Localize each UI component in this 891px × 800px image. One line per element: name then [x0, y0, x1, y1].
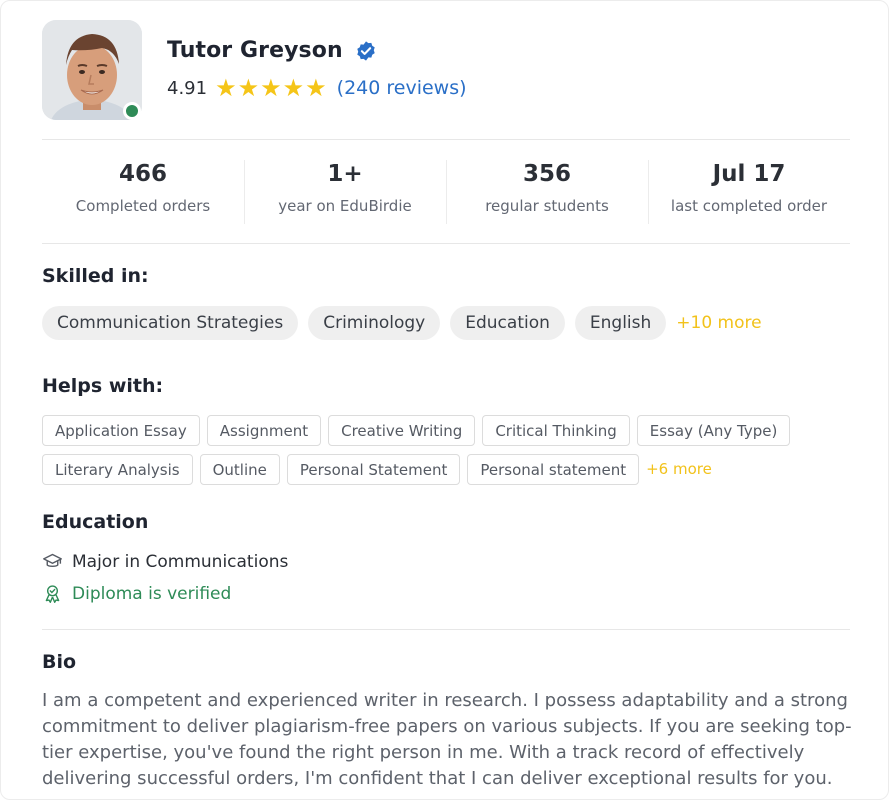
help-chip[interactable]: Critical Thinking: [482, 415, 630, 446]
bio-text: I am a competent and experienced writer …: [42, 690, 852, 789]
bio-heading: Bio: [42, 651, 77, 673]
help-chip[interactable]: Personal Statement: [286, 454, 461, 485]
help-chip[interactable]: Creative Writing: [328, 415, 476, 446]
stat-value: 466: [118, 161, 167, 187]
stat-years-on-platform: 1+ year on EduBirdie: [244, 158, 446, 224]
skills-list: Communication Strategies Criminology Edu…: [42, 306, 762, 340]
stat-value: Jul 17: [712, 161, 786, 187]
education-major-row: Major in Communications: [42, 551, 288, 572]
skills-more-link[interactable]: +10 more: [676, 313, 761, 333]
reviews-link[interactable]: (240 reviews): [337, 77, 467, 99]
diploma-verified-row: Diploma is verified: [42, 583, 231, 604]
star-icon: ★: [305, 74, 327, 102]
verified-badge-icon: [357, 40, 375, 61]
education-major: Major in Communications: [72, 551, 289, 572]
help-chip[interactable]: Assignment: [206, 415, 322, 446]
graduation-cap-icon: [43, 553, 62, 568]
education-heading: Education: [42, 511, 149, 533]
rating-value: 4.91: [167, 77, 208, 99]
stat-label: Completed orders: [75, 197, 211, 215]
stats-row: 466 Completed orders 1+ year on EduBirdi…: [42, 158, 850, 224]
helps-more-link[interactable]: +6 more: [646, 454, 712, 485]
skill-chip[interactable]: Communication Strategies: [42, 306, 299, 340]
rating-stars: ★ ★ ★ ★ ★: [215, 76, 327, 100]
star-icon: ★: [215, 74, 237, 102]
stat-completed-orders: 466 Completed orders: [42, 158, 244, 224]
diploma-verified-label: Diploma is verified: [72, 583, 232, 604]
online-status-indicator: [123, 102, 141, 120]
helps-heading: Helps with:: [42, 375, 164, 397]
stat-value: 1+: [327, 161, 363, 187]
helps-list: Application Essay Assignment Creative Wr…: [42, 415, 832, 485]
stat-last-order: Jul 17 last completed order: [648, 158, 850, 224]
star-icon: ★: [282, 74, 305, 102]
skills-heading: Skilled in:: [42, 265, 149, 287]
stat-regular-students: 356 regular students: [446, 158, 648, 224]
help-chip[interactable]: Outline: [199, 454, 280, 485]
stat-label: year on EduBirdie: [278, 197, 412, 215]
diploma-ribbon-icon: [45, 585, 60, 603]
help-chip[interactable]: Personal statement: [467, 454, 640, 485]
stat-value: 356: [522, 161, 571, 187]
tutor-name: Tutor Greyson: [167, 38, 343, 63]
help-chip[interactable]: Application Essay: [42, 415, 200, 446]
stat-label: regular students: [485, 197, 609, 215]
skill-chip[interactable]: Education: [450, 306, 565, 340]
help-chip[interactable]: Literary Analysis: [42, 454, 193, 485]
divider: [42, 243, 850, 244]
skill-chip[interactable]: Criminology: [308, 306, 441, 340]
skill-chip[interactable]: English: [574, 306, 667, 340]
tutor-profile-card: [0, 0, 889, 800]
stat-label: last completed order: [670, 197, 828, 215]
help-chip[interactable]: Essay (Any Type): [636, 415, 791, 446]
divider: [42, 629, 850, 630]
star-icon: ★: [237, 74, 260, 102]
divider: [42, 139, 850, 140]
star-icon: ★: [260, 74, 282, 102]
